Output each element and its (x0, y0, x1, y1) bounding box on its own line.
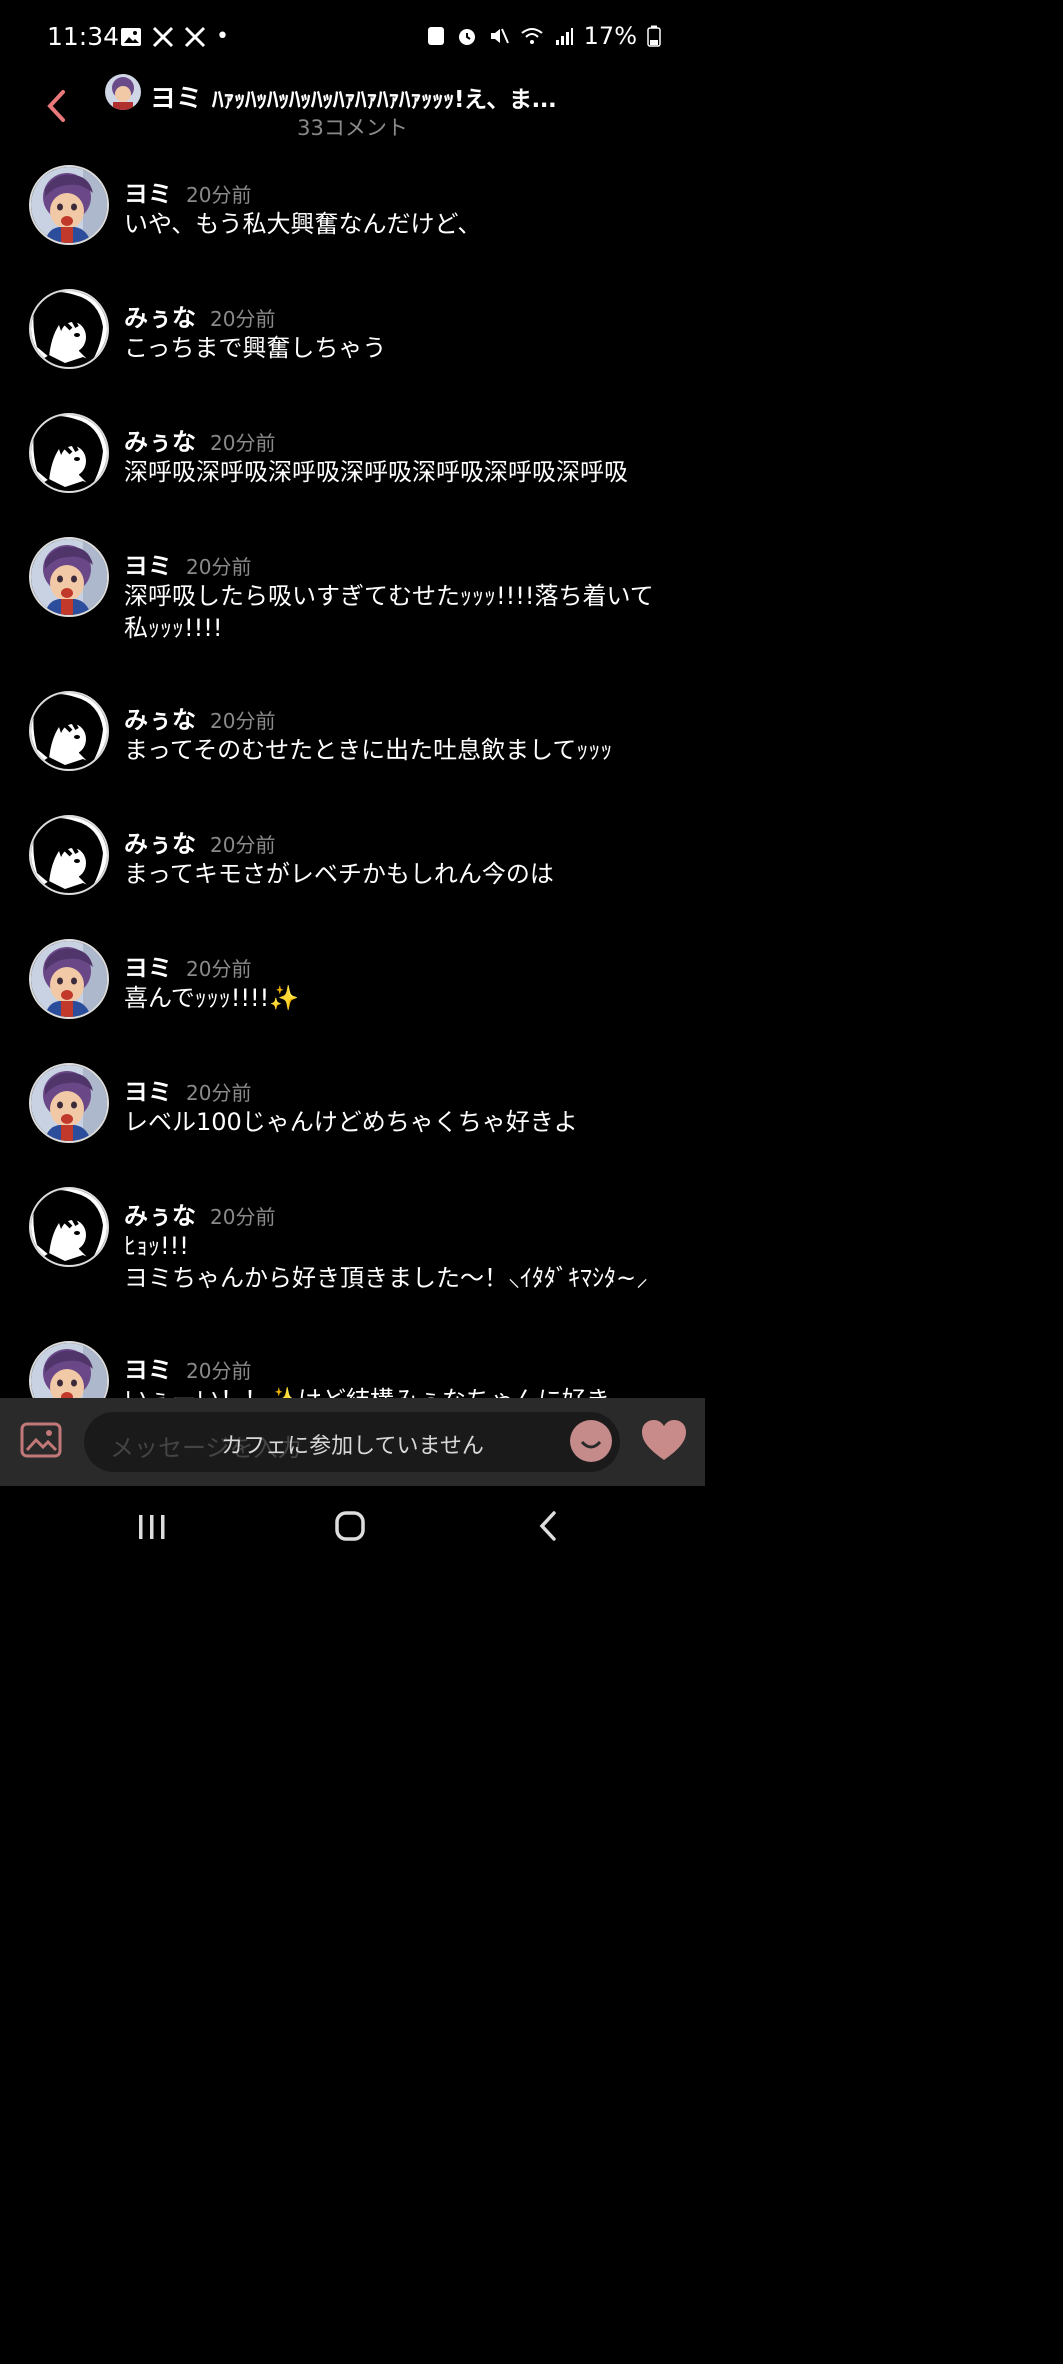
comment-avatar[interactable] (29, 165, 109, 245)
system-status-icons: 17% (426, 22, 661, 50)
comment-meta: ヨミ 20分前 (124, 546, 251, 581)
comment-text: 喜んでｯｯｯ!!!!✨ (124, 984, 300, 1012)
message-input-bar: メッセージを入力 カフェに参加していません (0, 1398, 705, 1486)
comment-time: 20分前 (186, 957, 252, 981)
comment-author[interactable]: みぅな (124, 824, 196, 859)
battery-percent: 17% (583, 22, 637, 50)
comment-item[interactable]: ヨミ 20分前深呼吸したら吸いすぎてむせたｯｯｯ!!!!落ち着いて 私ｯｯｯ!!!… (0, 532, 705, 686)
comment-meta: みぅな 20分前 (124, 824, 275, 859)
comment-author[interactable]: ヨミ (124, 948, 172, 983)
comment-count: 33コメント (297, 116, 408, 140)
comment-text: いや、もう私大興奮なんだけど、 (124, 210, 482, 238)
header-avatar[interactable] (105, 74, 141, 110)
comment-author[interactable]: ヨミ (124, 546, 172, 581)
x-notification-icon (152, 26, 174, 47)
x-notification-icon-2 (184, 26, 206, 47)
status-time: 11:34 (47, 22, 120, 51)
system-nav-bar (0, 1486, 705, 1568)
gallery-notification-icon (121, 27, 141, 46)
notification-icons: • (120, 24, 229, 49)
comment-list[interactable]: ヨミ 20分前 いや、もう私大興奮なんだけど、 みぅな 20分前 こっちまで興奮しちゃうみ… (0, 160, 705, 1398)
like-button[interactable] (640, 1418, 688, 1466)
comment-text: まってそのむせたときに出た吐息飲ましてｯｯｯ (124, 736, 613, 764)
comment-meta: みぅな 20分前 (124, 422, 275, 457)
comment-author[interactable]: みぅな (124, 422, 196, 457)
comment-avatar[interactable] (29, 289, 109, 369)
signal-icon (555, 28, 573, 45)
status-bar: 11:34 • 17% (0, 0, 705, 78)
comment-item[interactable]: みぅな 20分前まってキモさがレベチかもしれん今のは (0, 810, 705, 934)
comment-time: 20分前 (186, 183, 252, 207)
system-back-icon (539, 1511, 556, 1541)
system-back-button[interactable] (536, 1510, 560, 1546)
comment-avatar[interactable] (29, 691, 109, 771)
comment-avatar[interactable] (29, 815, 109, 895)
home-icon (335, 1511, 365, 1541)
comment-avatar[interactable] (29, 413, 109, 493)
comment-item[interactable]: ヨミ 20分前レベル100じゃんけどめちゃくちゃ好きよ (0, 1058, 705, 1182)
comment-time: 20分前 (210, 709, 276, 733)
recents-icon (139, 1515, 165, 1539)
comment-text: 深呼吸したら吸いすぎてむせたｯｯｯ!!!!落ち着いて 私ｯｯｯ!!!! (124, 582, 654, 642)
comment-time: 20分前 (210, 1205, 276, 1229)
comment-item[interactable]: ヨミ 20分前いぇーい！！✨けど結構みぅなちゃんに好き (0, 1336, 705, 1398)
comment-meta: みぅな 20分前 (124, 700, 275, 735)
comment-meta: ヨミ 20分前 (124, 1072, 251, 1107)
comment-time: 20分前 (186, 1359, 252, 1383)
comment-meta: ヨミ 20分前 (124, 948, 251, 983)
comment-text: こっちまで興奮しちゃう (124, 334, 387, 362)
comment-author[interactable]: ヨミ (124, 1350, 172, 1385)
comment-meta: みぅな 20分前 (124, 1196, 275, 1231)
mute-icon (490, 28, 509, 44)
comment-text: まってキモさがレベチかもしれん今のは (124, 860, 554, 888)
wifi-icon (521, 28, 543, 44)
comment-time: 20分前 (210, 307, 276, 331)
comment-avatar[interactable] (29, 1063, 109, 1143)
emoji-icon (580, 1440, 602, 1449)
post-title: ﾊｧｯﾊｯﾊｯﾊｯﾊｯﾊｧﾊｧﾊｧﾊｧｯｯｯ!え、ま... (212, 87, 557, 113)
comment-text: いぇーい！！✨けど結構みぅなちゃんに好き (124, 1384, 684, 1398)
recents-button[interactable] (136, 1512, 168, 1546)
comment-item[interactable]: みぅな 20分前 ﾋｮｯ!!! ヨミちゃんから好き頂きました〜！⸜ｲﾀﾀﾞｷﾏｼﾀ~… (0, 1182, 705, 1336)
comment-item[interactable]: みぅな 20分前まってそのむせたときに出た吐息飲ましてｯｯｯ (0, 686, 705, 810)
comment-text: ﾋｮｯ!!! ヨミちゃんから好き頂きました〜！⸜ｲﾀﾀﾞｷﾏｼﾀ~⸝ (124, 1232, 649, 1292)
comment-author[interactable]: ヨミ (124, 174, 172, 209)
comment-time: 20分前 (186, 555, 252, 579)
comment-item[interactable]: みぅな 20分前深呼吸深呼吸深呼吸深呼吸深呼吸深呼吸深呼吸 (0, 408, 705, 532)
comment-author[interactable]: みぅな (124, 298, 196, 333)
comment-author[interactable]: ヨミ (124, 1072, 172, 1107)
post-author[interactable]: ヨミ (150, 78, 202, 115)
comment-meta: ヨミ 20分前 (124, 1350, 251, 1385)
comment-time: 20分前 (186, 1081, 252, 1105)
comment-item[interactable]: みぅな 20分前こっちまで興奮しちゃう (0, 284, 705, 408)
comment-avatar[interactable] (29, 1341, 109, 1398)
comment-avatar[interactable] (29, 1187, 109, 1267)
heart-icon (642, 1420, 686, 1460)
comment-author[interactable]: みぅな (124, 700, 196, 735)
battery-icon (647, 25, 661, 47)
comment-time: 20分前 (210, 431, 276, 455)
post-header: ヨミ ﾊｧｯﾊｯﾊｯﾊｯﾊｯﾊｧﾊｧﾊｧﾊｧｯｯｯ!え、ま... 33コメント (0, 70, 705, 140)
emoji-button[interactable] (570, 1420, 612, 1462)
comment-author[interactable]: みぅな (124, 1196, 196, 1231)
comment-avatar[interactable] (29, 537, 109, 617)
comment-item[interactable]: ヨミ 20分前喜んでｯｯｯ!!!!✨ (0, 934, 705, 1058)
more-notifications-dot: • (216, 24, 229, 49)
comment-text: 深呼吸深呼吸深呼吸深呼吸深呼吸深呼吸深呼吸 (124, 458, 628, 486)
alarm-icon (458, 29, 475, 45)
comment-avatar[interactable] (29, 939, 109, 1019)
header-title-row: ヨミ ﾊｧｯﾊｯﾊｯﾊｯﾊｯﾊｧﾊｧﾊｧﾊｧｯｯｯ!え、ま... (150, 78, 557, 115)
recycle-icon (427, 27, 444, 45)
comment-time: 20分前 (210, 833, 276, 857)
comment-text: レベル100じゃんけどめちゃくちゃ好きよ (124, 1108, 578, 1136)
comment-meta: みぅな 20分前 (124, 298, 275, 333)
comment-meta: ヨミ 20分前 (124, 174, 251, 209)
home-button[interactable] (334, 1510, 366, 1546)
comment-item[interactable]: ヨミ 20分前いや、もう私大興奮なんだけど、 (0, 160, 705, 284)
